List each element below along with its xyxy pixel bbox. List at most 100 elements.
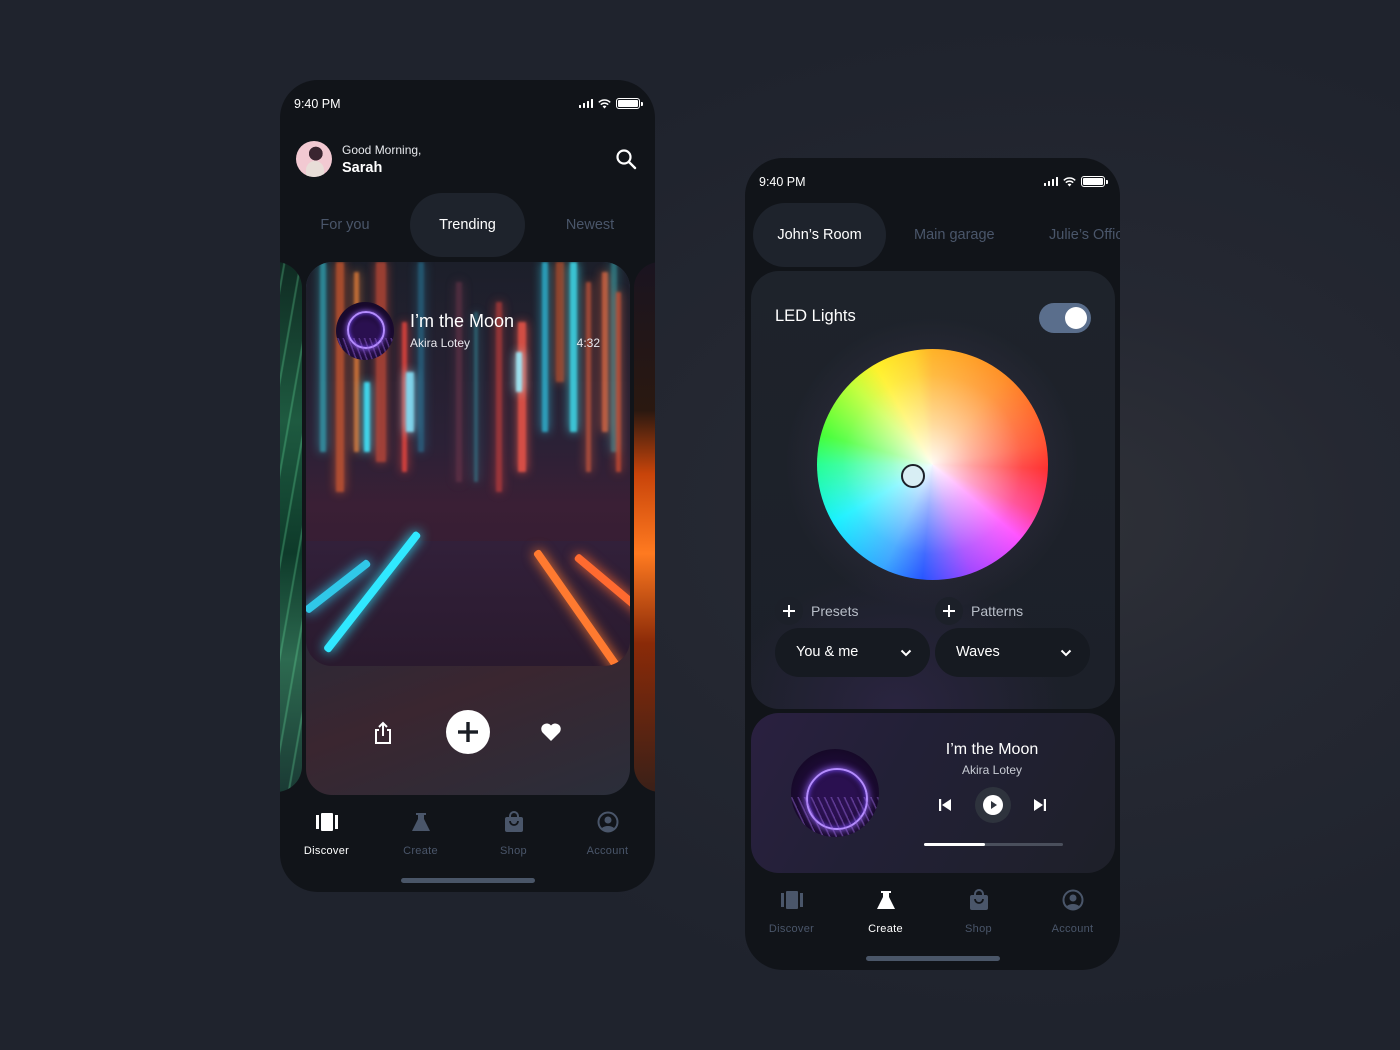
tab-main-garage[interactable]: Main garage: [914, 203, 995, 267]
track-title: I’m the Moon: [410, 311, 515, 331]
tabbar-shop[interactable]: Shop: [467, 810, 560, 857]
user-name: Sarah: [342, 159, 383, 176]
track-artist: Akira Lotey: [410, 336, 471, 350]
plus-icon: [458, 722, 478, 742]
track-duration: 4:32: [576, 336, 600, 350]
avatar[interactable]: [296, 141, 332, 177]
led-lights-toggle[interactable]: [1039, 303, 1091, 333]
tabbar-label: Shop: [965, 923, 992, 935]
neon-bar: [354, 272, 359, 452]
tabbar-create[interactable]: Create: [374, 810, 467, 857]
tabbar-account[interactable]: Account: [1026, 888, 1119, 935]
neon-bar: [364, 382, 370, 452]
status-bar: 9:40 PM: [745, 158, 1120, 206]
user-circle-icon: [1062, 889, 1083, 911]
user-circle-icon: [597, 811, 618, 833]
neon-bar: [336, 262, 344, 492]
skip-next-icon[interactable]: [1033, 798, 1047, 812]
color-wheel[interactable]: [817, 349, 1048, 580]
patterns-dropdown[interactable]: Waves: [935, 628, 1090, 677]
led-lights-title: LED Lights: [775, 307, 856, 325]
tab-trending[interactable]: Trending: [410, 193, 525, 257]
wifi-icon: [1063, 176, 1076, 186]
track-actions: [306, 710, 630, 754]
patterns-row: Patterns: [935, 597, 1023, 625]
neon-bar: [406, 372, 414, 432]
wifi-icon: [598, 98, 611, 108]
add-preset-button[interactable]: [775, 597, 803, 625]
mini-player: I’m the Moon Akira Lotey: [751, 713, 1115, 873]
home-indicator[interactable]: [401, 878, 535, 883]
greeting-header: Good Morning, Sarah: [296, 141, 421, 177]
tab-for-you[interactable]: For you: [300, 193, 390, 257]
tab-julies-office[interactable]: Julie’s Office: [1049, 203, 1120, 267]
heart-icon[interactable]: [540, 721, 562, 743]
shopping-bag-icon: [504, 811, 523, 832]
tabbar-label: Discover: [768, 923, 815, 935]
chevron-down-icon: [1060, 649, 1072, 657]
neon-bar: [616, 292, 621, 472]
tab-johns-room[interactable]: John’s Room: [753, 203, 886, 267]
track-card[interactable]: I’m the Moon Akira Lotey 4:32: [306, 262, 630, 795]
home-indicator[interactable]: [866, 956, 1000, 961]
presets-dropdown[interactable]: You & me: [775, 628, 930, 677]
search-icon[interactable]: [615, 148, 637, 170]
tabbar-label: Create: [403, 845, 438, 857]
tabbar-label: Shop: [500, 845, 527, 857]
flask-icon: [876, 891, 895, 909]
player-artist: Akira Lotey: [961, 763, 1023, 777]
playback-progress[interactable]: [924, 843, 1063, 846]
presets-row: Presets: [775, 597, 858, 625]
flask-icon: [411, 813, 430, 831]
plus-icon: [783, 605, 795, 617]
cellular-signal-icon: [1043, 177, 1058, 186]
battery-icon: [616, 98, 643, 109]
cellular-signal-icon: [578, 99, 593, 108]
tab-newest[interactable]: Newest: [545, 193, 635, 257]
chevron-down-icon: [900, 649, 912, 657]
create-screen: 9:40 PM John’s Room Main garage Julie’s …: [745, 158, 1120, 970]
tabbar-label: Create: [868, 923, 903, 935]
shopping-bag-icon: [969, 889, 988, 910]
status-time: 9:40 PM: [759, 175, 806, 189]
tabbar-label: Discover: [303, 845, 350, 857]
tabbar-create[interactable]: Create: [839, 888, 932, 935]
cards-icon: [315, 813, 338, 831]
add-pattern-button[interactable]: [935, 597, 963, 625]
carousel-card-next[interactable]: [634, 262, 655, 792]
track-info: I’m the Moon Akira Lotey 4:32: [336, 302, 600, 362]
play-button[interactable]: [975, 787, 1011, 823]
room-tabs: John’s Room Main garage Julie’s Office: [745, 203, 1120, 267]
tabbar-account[interactable]: Account: [561, 810, 654, 857]
led-lights-card: LED Lights Presets Patterns You & me Wav…: [751, 271, 1115, 709]
tabbar-label: Account: [1051, 923, 1094, 935]
discover-screen: 9:40 PM Good Morning, Sarah For you Tren…: [280, 80, 655, 892]
patterns-label: Patterns: [971, 603, 1024, 619]
presets-value: You & me: [796, 644, 859, 660]
share-icon[interactable]: [372, 721, 394, 745]
neon-bar: [320, 262, 326, 452]
tabbar-discover[interactable]: Discover: [280, 810, 373, 857]
tabbar-shop[interactable]: Shop: [932, 888, 1025, 935]
neon-bar: [376, 262, 386, 462]
player-track-title: I’m the Moon: [945, 741, 1039, 758]
tabbar-label: Account: [586, 845, 629, 857]
status-time: 9:40 PM: [294, 97, 341, 111]
carousel-card-previous[interactable]: [280, 262, 302, 792]
neon-bar: [602, 272, 608, 432]
play-icon: [983, 795, 1003, 815]
presets-label: Presets: [811, 603, 859, 619]
skip-previous-icon[interactable]: [938, 798, 952, 812]
tabbar-discover[interactable]: Discover: [745, 888, 838, 935]
color-picker-handle[interactable]: [901, 464, 925, 488]
feed-tabs: For you Trending Newest: [280, 193, 655, 257]
plus-icon: [943, 605, 955, 617]
add-to-playlist-button[interactable]: [446, 710, 490, 754]
patterns-value: Waves: [956, 644, 1000, 660]
cards-icon: [780, 891, 803, 909]
greeting-text: Good Morning,: [342, 142, 422, 157]
status-bar: 9:40 PM: [280, 80, 655, 128]
track-thumbnail: [336, 302, 394, 360]
album-art: [791, 749, 879, 837]
battery-icon: [1081, 176, 1108, 187]
